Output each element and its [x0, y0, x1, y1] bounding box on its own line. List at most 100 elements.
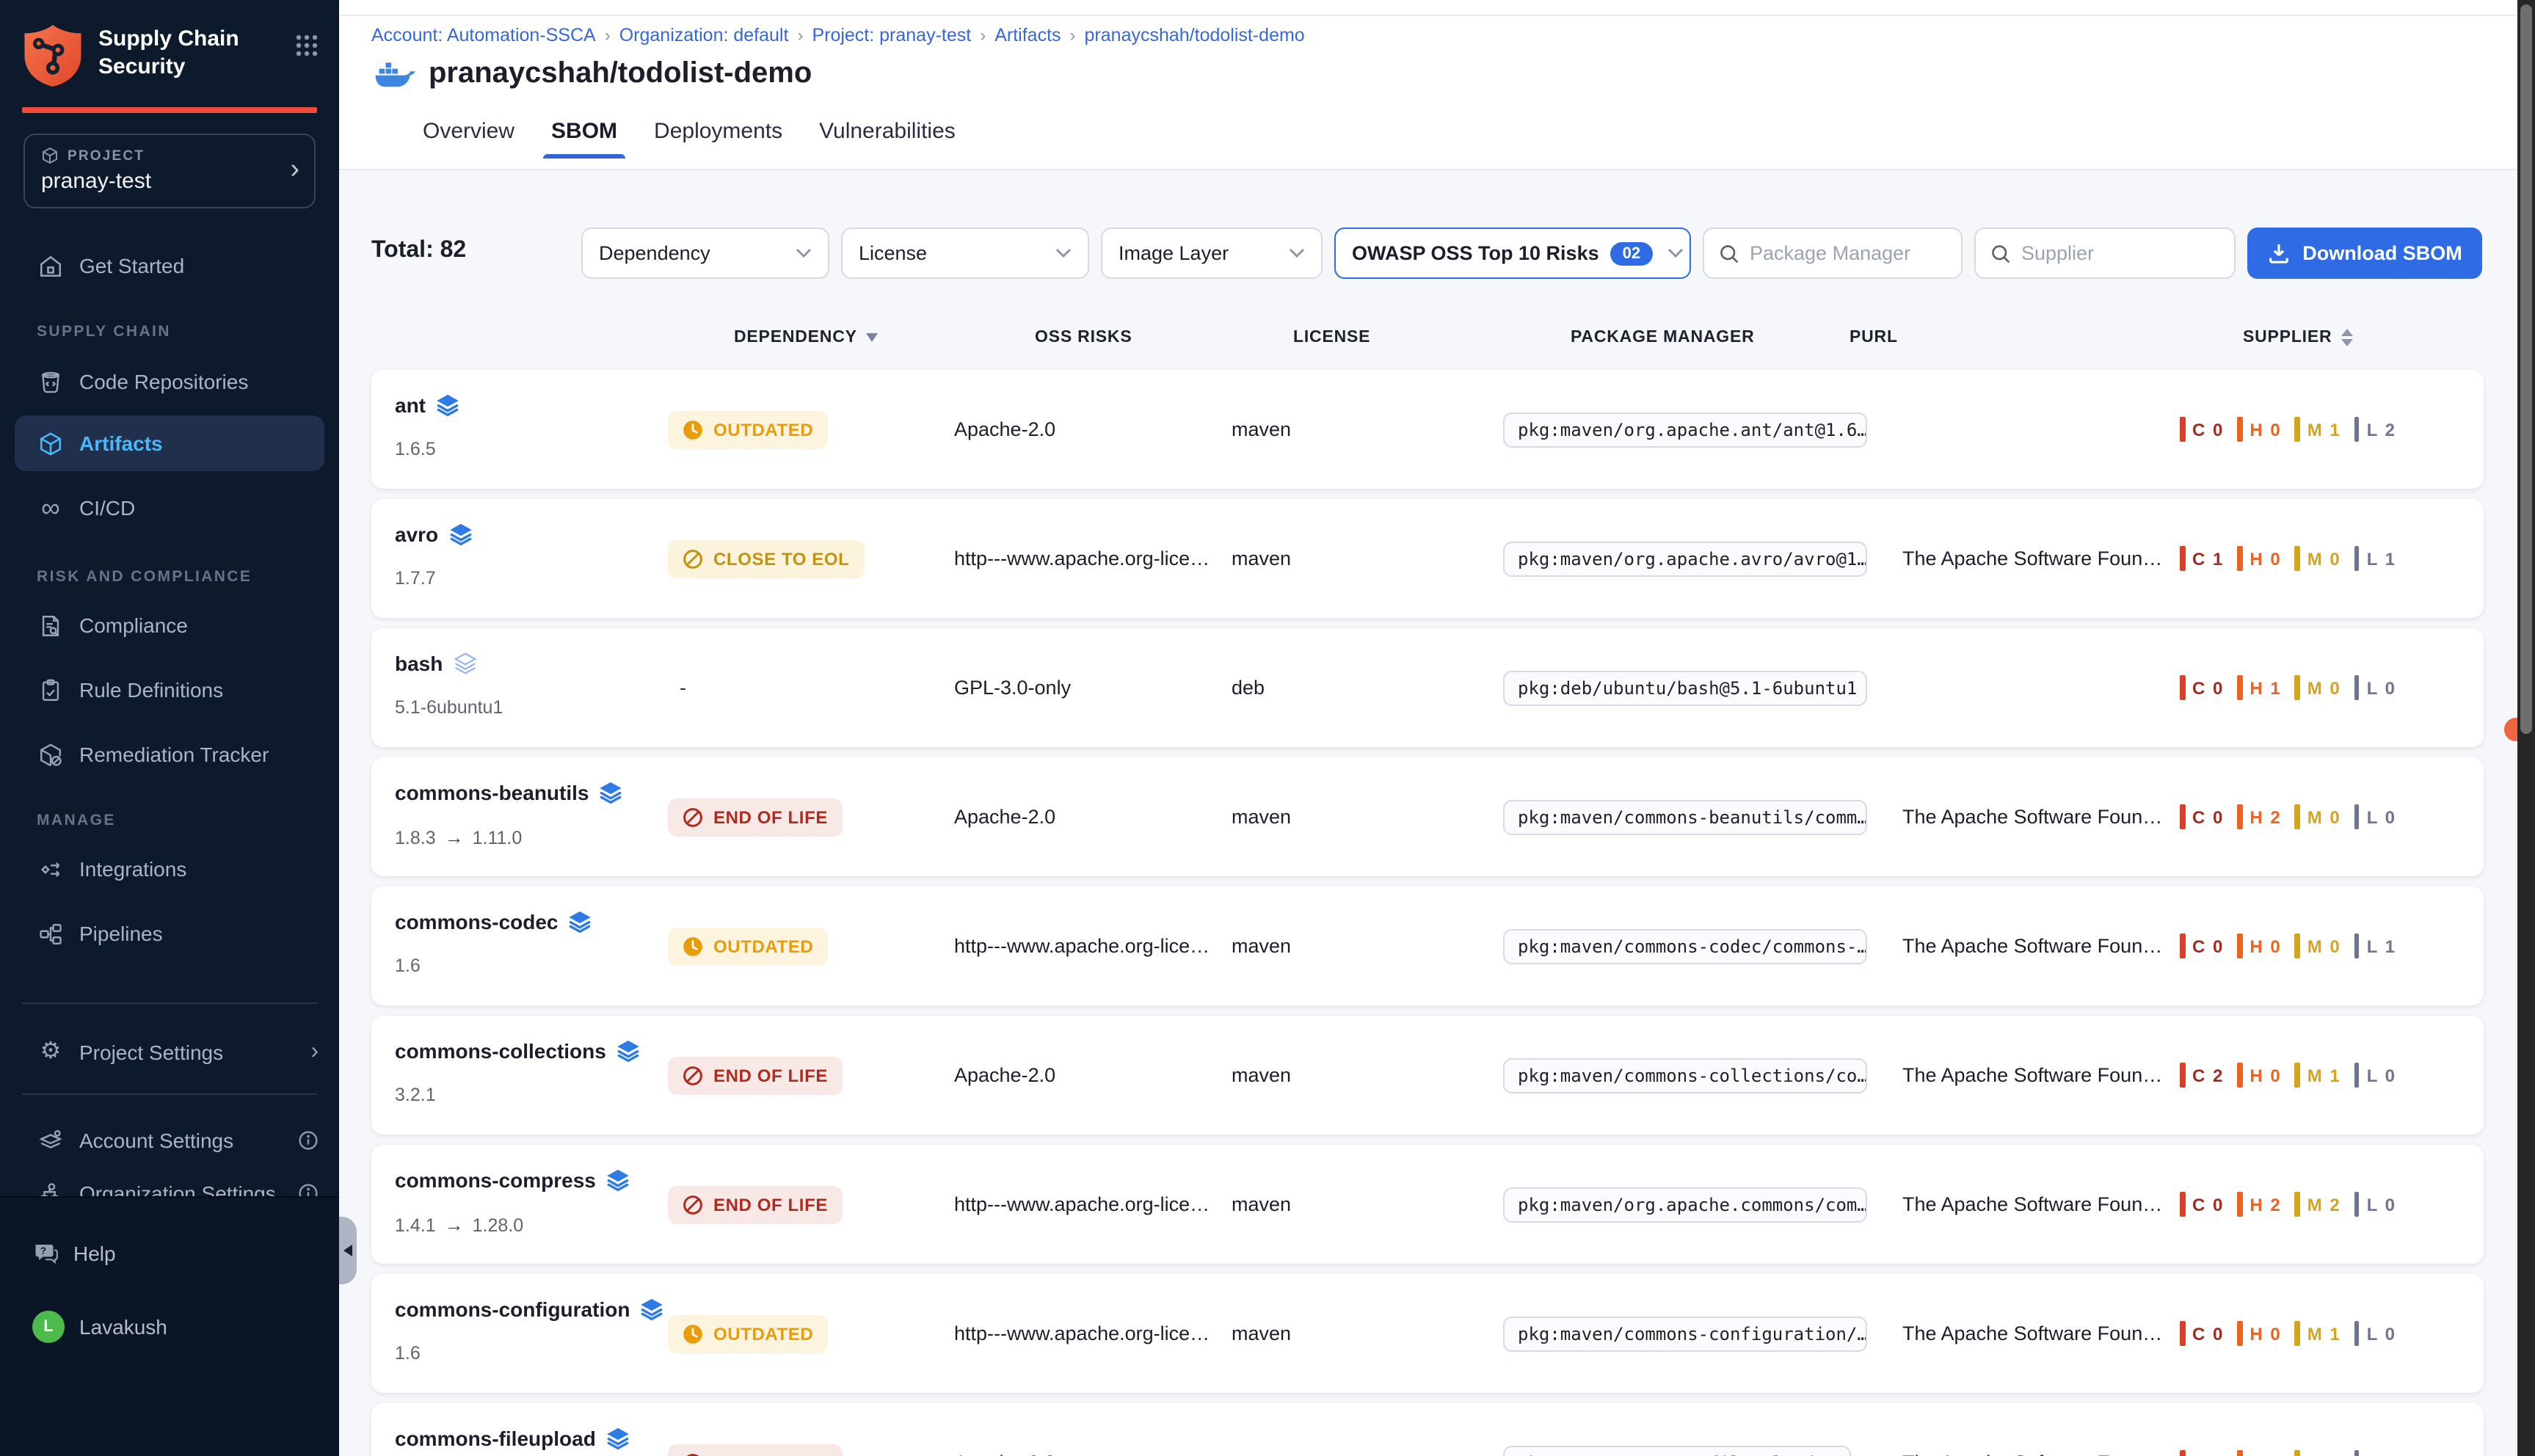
chevron-down-icon	[1667, 248, 1683, 258]
dependency-name[interactable]: commons-codec	[395, 910, 559, 933]
app-grid-icon[interactable]	[295, 34, 319, 57]
severity-low: L 1	[2354, 933, 2396, 958]
scrollbar-thumb[interactable]	[2520, 4, 2532, 734]
sidebar-collapse-handle[interactable]	[339, 1217, 357, 1284]
tab-vulnerabilities[interactable]: Vulnerabilities	[819, 104, 956, 159]
table-row[interactable]: commons-configuration 1.6→ OUTDATED http…	[371, 1274, 2484, 1393]
supplier-input[interactable]	[2021, 242, 2219, 264]
filter-dropdown-license[interactable]: License	[841, 228, 1089, 279]
vulnerability-counts[interactable]: C 2H 0M 1L 0	[2180, 1016, 2396, 1135]
sidebar-item-artifacts[interactable]: Artifacts	[15, 415, 324, 471]
vulnerability-counts[interactable]: C 0H 0M 1L 0	[2180, 1274, 2396, 1393]
table-row[interactable]: bash 5.1-6ubuntu1→ - GPL-3.0-only deb pk…	[371, 628, 2484, 747]
severity-count: L 1	[2367, 548, 2396, 569]
purl-value[interactable]: pkg:deb/ubuntu/bash@5.1-6ubuntu1	[1503, 670, 1867, 705]
severity-count: L 2	[2367, 419, 2396, 440]
project-selector[interactable]: PROJECT pranay-test ›	[23, 134, 316, 208]
slash-circle-icon	[683, 1065, 703, 1085]
license: http---www.apache.org-lice…	[954, 887, 1210, 1005]
search-icon	[1719, 243, 1739, 263]
package-manager: deb	[1232, 628, 1265, 747]
purl-value[interactable]: pkg:maven/commons-fileupload/…	[1503, 1445, 1851, 1456]
vulnerability-counts[interactable]: C 0H 2M 0L 0	[2180, 1403, 2396, 1456]
dependency-name[interactable]: commons-collections	[395, 1039, 606, 1063]
breadcrumb-link[interactable]: pranaycshah/todolist-demo	[1085, 25, 1305, 46]
table-row[interactable]: commons-compress 1.4.1→1.28.0 END OF LIF…	[371, 1145, 2484, 1264]
page-scrollbar[interactable]	[2517, 0, 2535, 1456]
tab-deployments[interactable]: Deployments	[654, 104, 782, 159]
breadcrumb-link[interactable]: Project: pranay-test	[812, 25, 971, 46]
dependency-name[interactable]: commons-beanutils	[395, 781, 589, 804]
breadcrumb-link[interactable]: Account: Automation-SSCA	[371, 25, 596, 46]
info-icon[interactable]	[298, 1130, 319, 1151]
filter-dropdown-dependency[interactable]: Dependency	[581, 228, 829, 279]
purl-value[interactable]: pkg:maven/commons-configuration/…	[1503, 1316, 1867, 1351]
package-manager-input[interactable]	[1750, 242, 1946, 264]
owasp-risks-filter[interactable]: OWASP OSS Top 10 Risks 02	[1334, 228, 1691, 279]
vulnerability-counts[interactable]: C 0H 2M 0L 0	[2180, 757, 2396, 876]
vulnerability-counts[interactable]: C 0H 1M 0L 0	[2180, 628, 2396, 747]
severity-count: L 0	[2367, 1452, 2396, 1456]
sort-desc-icon[interactable]	[866, 333, 878, 342]
dependency-name[interactable]: commons-compress	[395, 1168, 596, 1192]
sidebar-item-remediation-tracker[interactable]: Remediation Tracker	[0, 727, 339, 782]
sidebar-item-integrations[interactable]: Integrations	[0, 841, 339, 897]
dependency-name[interactable]: bash	[395, 652, 443, 675]
severity-bar	[2295, 1450, 2300, 1456]
oss-risk-badge: END OF LIFE	[668, 1185, 843, 1223]
dependency-name[interactable]: commons-configuration	[395, 1297, 630, 1321]
severity-count: H 2	[2250, 1194, 2281, 1215]
dependency-name[interactable]: commons-fileupload	[395, 1427, 596, 1450]
vulnerability-counts[interactable]: C 0H 0M 0L 1	[2180, 887, 2396, 1005]
purl-value[interactable]: pkg:maven/commons-collections/co…	[1503, 1058, 1867, 1093]
vulnerability-counts[interactable]: C 0H 2M 2L 0	[2180, 1145, 2396, 1264]
user-menu[interactable]: L Lavakush	[0, 1300, 339, 1353]
tab-sbom[interactable]: SBOM	[551, 104, 617, 159]
severity-count: L 1	[2367, 936, 2396, 956]
breadcrumb-link[interactable]: Artifacts	[994, 25, 1061, 46]
purl-value[interactable]: pkg:maven/commons-codec/commons-…	[1503, 928, 1867, 964]
dropdown-label: License	[859, 242, 1055, 264]
severity-bar	[2354, 1450, 2360, 1456]
severity-bar	[2180, 1450, 2185, 1456]
sidebar-item-get-started[interactable]: Get Started	[0, 238, 339, 294]
clock-icon	[683, 419, 703, 440]
dependency-name[interactable]: ant	[395, 393, 426, 417]
vulnerability-counts[interactable]: C 1H 0M 0L 1	[2180, 499, 2396, 618]
vulnerability-counts[interactable]: C 0H 0M 1L 2	[2180, 370, 2396, 489]
filter-dropdown-image-layer[interactable]: Image Layer	[1101, 228, 1323, 279]
sort-icon[interactable]	[2341, 329, 2352, 346]
sidebar-item-pipelines[interactable]: Pipelines	[0, 906, 339, 961]
sidebar-item-compliance[interactable]: Compliance	[0, 597, 339, 653]
sidebar-item-rule-definitions[interactable]: Rule Definitions	[0, 662, 339, 718]
table-row[interactable]: avro 1.7.7→ CLOSE TO EOL http---www.apac…	[371, 499, 2484, 618]
table-row[interactable]: commons-collections 3.2.1→ END OF LIFE A…	[371, 1016, 2484, 1135]
purl-value[interactable]: pkg:maven/org.apache.commons/com…	[1503, 1187, 1867, 1222]
tab-bar: Overview SBOM Deployments Vulnerabilities	[339, 104, 2535, 159]
license: Apache-2.0	[954, 1403, 1055, 1456]
sidebar-item-account-settings[interactable]: Account Settings	[0, 1114, 339, 1167]
tab-overview[interactable]: Overview	[423, 104, 514, 159]
license: GPL-3.0-only	[954, 628, 1071, 747]
download-sbom-button[interactable]: Download SBOM	[2247, 228, 2482, 279]
sidebar-item-cicd[interactable]: ∞ CI/CD	[0, 480, 339, 536]
table-row[interactable]: commons-fileupload → END OF LIFE Apache-…	[371, 1403, 2484, 1456]
table-row[interactable]: commons-beanutils 1.8.3→1.11.0 END OF LI…	[371, 757, 2484, 876]
purl-value[interactable]: pkg:maven/org.apache.ant/ant@1.6…	[1503, 412, 1867, 447]
dependency-name[interactable]: avro	[395, 523, 438, 546]
remediation-tracker-icon	[37, 742, 65, 767]
severity-count: M 1	[2307, 1065, 2341, 1085]
column-oss-risks: OSS RISKS	[1035, 329, 1132, 346]
column-supplier[interactable]: SUPPLIER	[2243, 329, 2352, 346]
purl-value[interactable]: pkg:maven/org.apache.avro/avro@1…	[1503, 541, 1867, 576]
table-row[interactable]: commons-codec 1.6→ OUTDATED http---www.a…	[371, 887, 2484, 1005]
layers-icon	[640, 1297, 663, 1321]
breadcrumb-link[interactable]: Organization: default	[619, 25, 789, 46]
purl-value[interactable]: pkg:maven/commons-beanutils/comm…	[1503, 799, 1867, 834]
sidebar-item-project-settings[interactable]: ⚙ Project Settings ›	[0, 1024, 339, 1080]
sidebar-item-code-repositories[interactable]: Code Repositories	[0, 354, 339, 410]
oss-risk-badge: OUTDATED	[668, 410, 828, 448]
column-dependency[interactable]: DEPENDENCY	[734, 329, 878, 346]
table-row[interactable]: ant 1.6.5→ OUTDATED Apache-2.0 maven pkg…	[371, 370, 2484, 489]
help-button[interactable]: ? Help	[0, 1227, 339, 1280]
